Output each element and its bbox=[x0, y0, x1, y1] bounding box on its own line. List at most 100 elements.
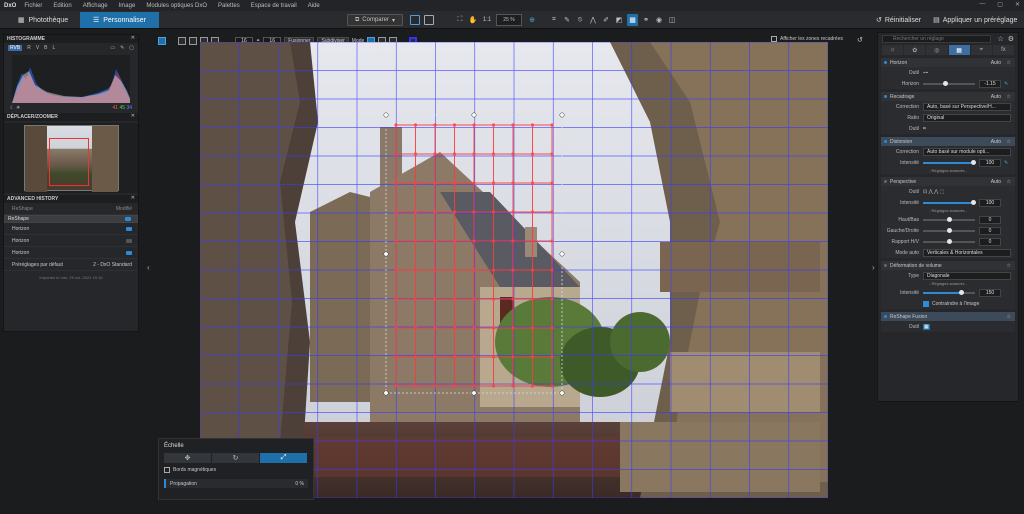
collapse-right-icon[interactable]: › bbox=[872, 263, 875, 272]
hb-slider[interactable] bbox=[923, 216, 975, 222]
photo[interactable] bbox=[200, 42, 828, 498]
menu-affichage[interactable]: Affichage bbox=[83, 3, 108, 9]
distorsion-auto[interactable]: Auto bbox=[991, 139, 1001, 145]
transform-handle[interactable] bbox=[471, 390, 477, 396]
star-icon[interactable]: ☆ bbox=[1007, 179, 1011, 185]
distorsion-intensity-value[interactable]: 100 bbox=[979, 158, 1001, 167]
perspective-icon[interactable]: ⋀ bbox=[588, 14, 598, 26]
constrain-checkbox[interactable] bbox=[923, 300, 929, 307]
gd-value[interactable]: 0 bbox=[979, 226, 1001, 235]
menu-fichier[interactable]: Fichier bbox=[24, 3, 42, 9]
menu-aide[interactable]: Aide bbox=[308, 3, 320, 9]
gd-slider[interactable] bbox=[923, 227, 975, 233]
navigator-thumbnail[interactable] bbox=[24, 125, 119, 192]
picker-icon[interactable]: ✎ bbox=[1004, 81, 1008, 87]
history-row[interactable]: Horizon bbox=[4, 247, 138, 259]
rh-value[interactable]: 0 bbox=[979, 237, 1001, 246]
zoom-value[interactable]: 25 % bbox=[496, 14, 522, 26]
star-icon[interactable]: ☆ bbox=[1007, 139, 1011, 145]
star-icon[interactable]: ☆ bbox=[1007, 314, 1011, 320]
link-icon[interactable]: ⚭ bbox=[641, 14, 651, 26]
mask-icon[interactable]: ◩ bbox=[614, 14, 624, 26]
transform-handle[interactable] bbox=[383, 251, 389, 257]
tab-personnaliser[interactable]: ☰ Personnaliser bbox=[80, 12, 159, 28]
star-icon[interactable]: ☆ bbox=[1007, 263, 1011, 269]
crop-icon[interactable]: ⌗ bbox=[549, 14, 559, 26]
distorsion-correction-select[interactable]: Auto basé sur module opti... bbox=[923, 147, 1011, 156]
hb-value[interactable]: 0 bbox=[979, 215, 1001, 224]
perspective-slider[interactable] bbox=[923, 199, 976, 205]
recadrage-auto[interactable]: Auto bbox=[991, 94, 1001, 100]
horizon-auto[interactable]: Auto bbox=[991, 60, 1001, 66]
collapse-left-icon[interactable]: ‹ bbox=[147, 263, 150, 272]
volume-slider[interactable] bbox=[923, 289, 975, 295]
menu-modules[interactable]: Modules optiques DxO bbox=[146, 3, 207, 9]
compare-view-icon[interactable]: ◫ bbox=[667, 14, 677, 26]
reset-button[interactable]: Réinitialiser bbox=[885, 17, 921, 24]
compare-button[interactable]: ⧉ Comparer ▾ bbox=[347, 14, 403, 26]
close-icon[interactable]: ✕ bbox=[1015, 1, 1020, 8]
magnetic-edges-row[interactable]: Bords magnétiques bbox=[159, 463, 313, 477]
history-preset-row[interactable]: Préréglages par défaut 2 - DxO Standard bbox=[4, 259, 138, 271]
history-row[interactable]: ReShape bbox=[4, 215, 138, 223]
ratio-label[interactable]: 1:1 bbox=[481, 14, 493, 26]
recadrage-correction-select[interactable]: Auto, basé sur Perspective/H... bbox=[923, 102, 1011, 111]
volume-type-select[interactable]: Diagonale bbox=[923, 271, 1011, 280]
history-close-icon[interactable]: ✕ bbox=[131, 195, 135, 201]
reshape-grid-icon[interactable]: ▦ bbox=[627, 14, 638, 26]
reshape-header[interactable]: ReShape Fusion ☆ bbox=[881, 312, 1015, 321]
transform-handle[interactable] bbox=[559, 251, 565, 257]
tab-detail-icon[interactable]: ◎ bbox=[926, 45, 948, 55]
mode-auto-select[interactable]: Verticales & Horizontales bbox=[923, 248, 1011, 257]
straighten-icon[interactable]: ⦸ bbox=[575, 14, 585, 26]
level-icon[interactable]: ⊶ bbox=[923, 70, 928, 76]
scale-icon[interactable]: ⤢ bbox=[260, 453, 308, 463]
toggle-icon[interactable] bbox=[126, 238, 132, 243]
reshape-tool-icon[interactable]: ▦ bbox=[923, 323, 930, 330]
star-icon[interactable]: ☆ bbox=[1007, 60, 1011, 66]
toggle-icon[interactable] bbox=[126, 250, 132, 255]
tab-fx-icon[interactable]: fx bbox=[992, 45, 1015, 55]
histogram-close-icon[interactable]: ✕ bbox=[131, 35, 135, 41]
move-icon[interactable]: ✥ bbox=[164, 453, 212, 463]
perspective-intensity-value[interactable]: 100 bbox=[979, 198, 1001, 207]
reshape-grid-overlay[interactable] bbox=[200, 42, 828, 498]
channel-rvb[interactable]: RVB bbox=[8, 45, 23, 51]
navigator-close-icon[interactable]: ✕ bbox=[131, 113, 135, 119]
distorsion-slider[interactable] bbox=[923, 159, 976, 165]
perspective-auto[interactable]: Auto bbox=[991, 179, 1001, 185]
menu-palettes[interactable]: Palettes bbox=[218, 3, 240, 9]
moon-icon[interactable]: ☾ ☀ bbox=[10, 105, 20, 111]
single-view-icon[interactable] bbox=[409, 14, 421, 26]
channel-l[interactable]: L bbox=[53, 45, 56, 51]
star-icon[interactable]: ☆ bbox=[997, 35, 1003, 43]
perspective-header[interactable]: Perspective Auto ☆ bbox=[881, 177, 1015, 186]
transform-handle[interactable] bbox=[471, 112, 477, 118]
perspective-tool-icons[interactable]: ⊡ ⋀ ⋀ ⬚ bbox=[923, 189, 944, 195]
repair-icon[interactable]: ✐ bbox=[601, 14, 611, 26]
monitor-icon[interactable]: ▭ bbox=[110, 45, 115, 51]
square-icon[interactable]: ▢ bbox=[129, 45, 134, 51]
horizon-header[interactable]: Horizon Auto ☆ bbox=[881, 58, 1015, 67]
history-row[interactable]: Horizon bbox=[4, 235, 138, 247]
horizon-slider[interactable] bbox=[923, 80, 975, 86]
rotate-mode-icon[interactable]: ↻ bbox=[212, 453, 260, 463]
tab-geometry-icon[interactable]: ▦ bbox=[948, 45, 970, 55]
tab-phototheque[interactable]: ▦ Photothèque bbox=[10, 12, 76, 28]
fit-screen-icon[interactable]: ⛶ bbox=[455, 14, 465, 26]
menu-image[interactable]: Image bbox=[119, 3, 136, 9]
propagation-slider[interactable]: Propagation 0 % bbox=[164, 479, 308, 488]
menu-edition[interactable]: Edition bbox=[53, 3, 71, 9]
menu-espace[interactable]: Espace de travail bbox=[251, 3, 297, 9]
volume-intensity-value[interactable]: 150 bbox=[979, 288, 1001, 297]
split-view-icon[interactable] bbox=[423, 14, 435, 26]
maximize-icon[interactable]: ▢ bbox=[997, 1, 1003, 8]
transform-handle[interactable] bbox=[383, 390, 389, 396]
transform-handle[interactable] bbox=[559, 112, 565, 118]
horizon-value[interactable]: -1.15 bbox=[979, 79, 1001, 88]
image-canvas[interactable] bbox=[155, 34, 870, 504]
settings-icon[interactable]: ⚙ bbox=[1008, 35, 1014, 43]
history-row[interactable]: Horizon bbox=[4, 223, 138, 235]
picker-icon[interactable]: ✎ bbox=[1004, 160, 1008, 166]
transform-handle[interactable] bbox=[383, 112, 389, 118]
